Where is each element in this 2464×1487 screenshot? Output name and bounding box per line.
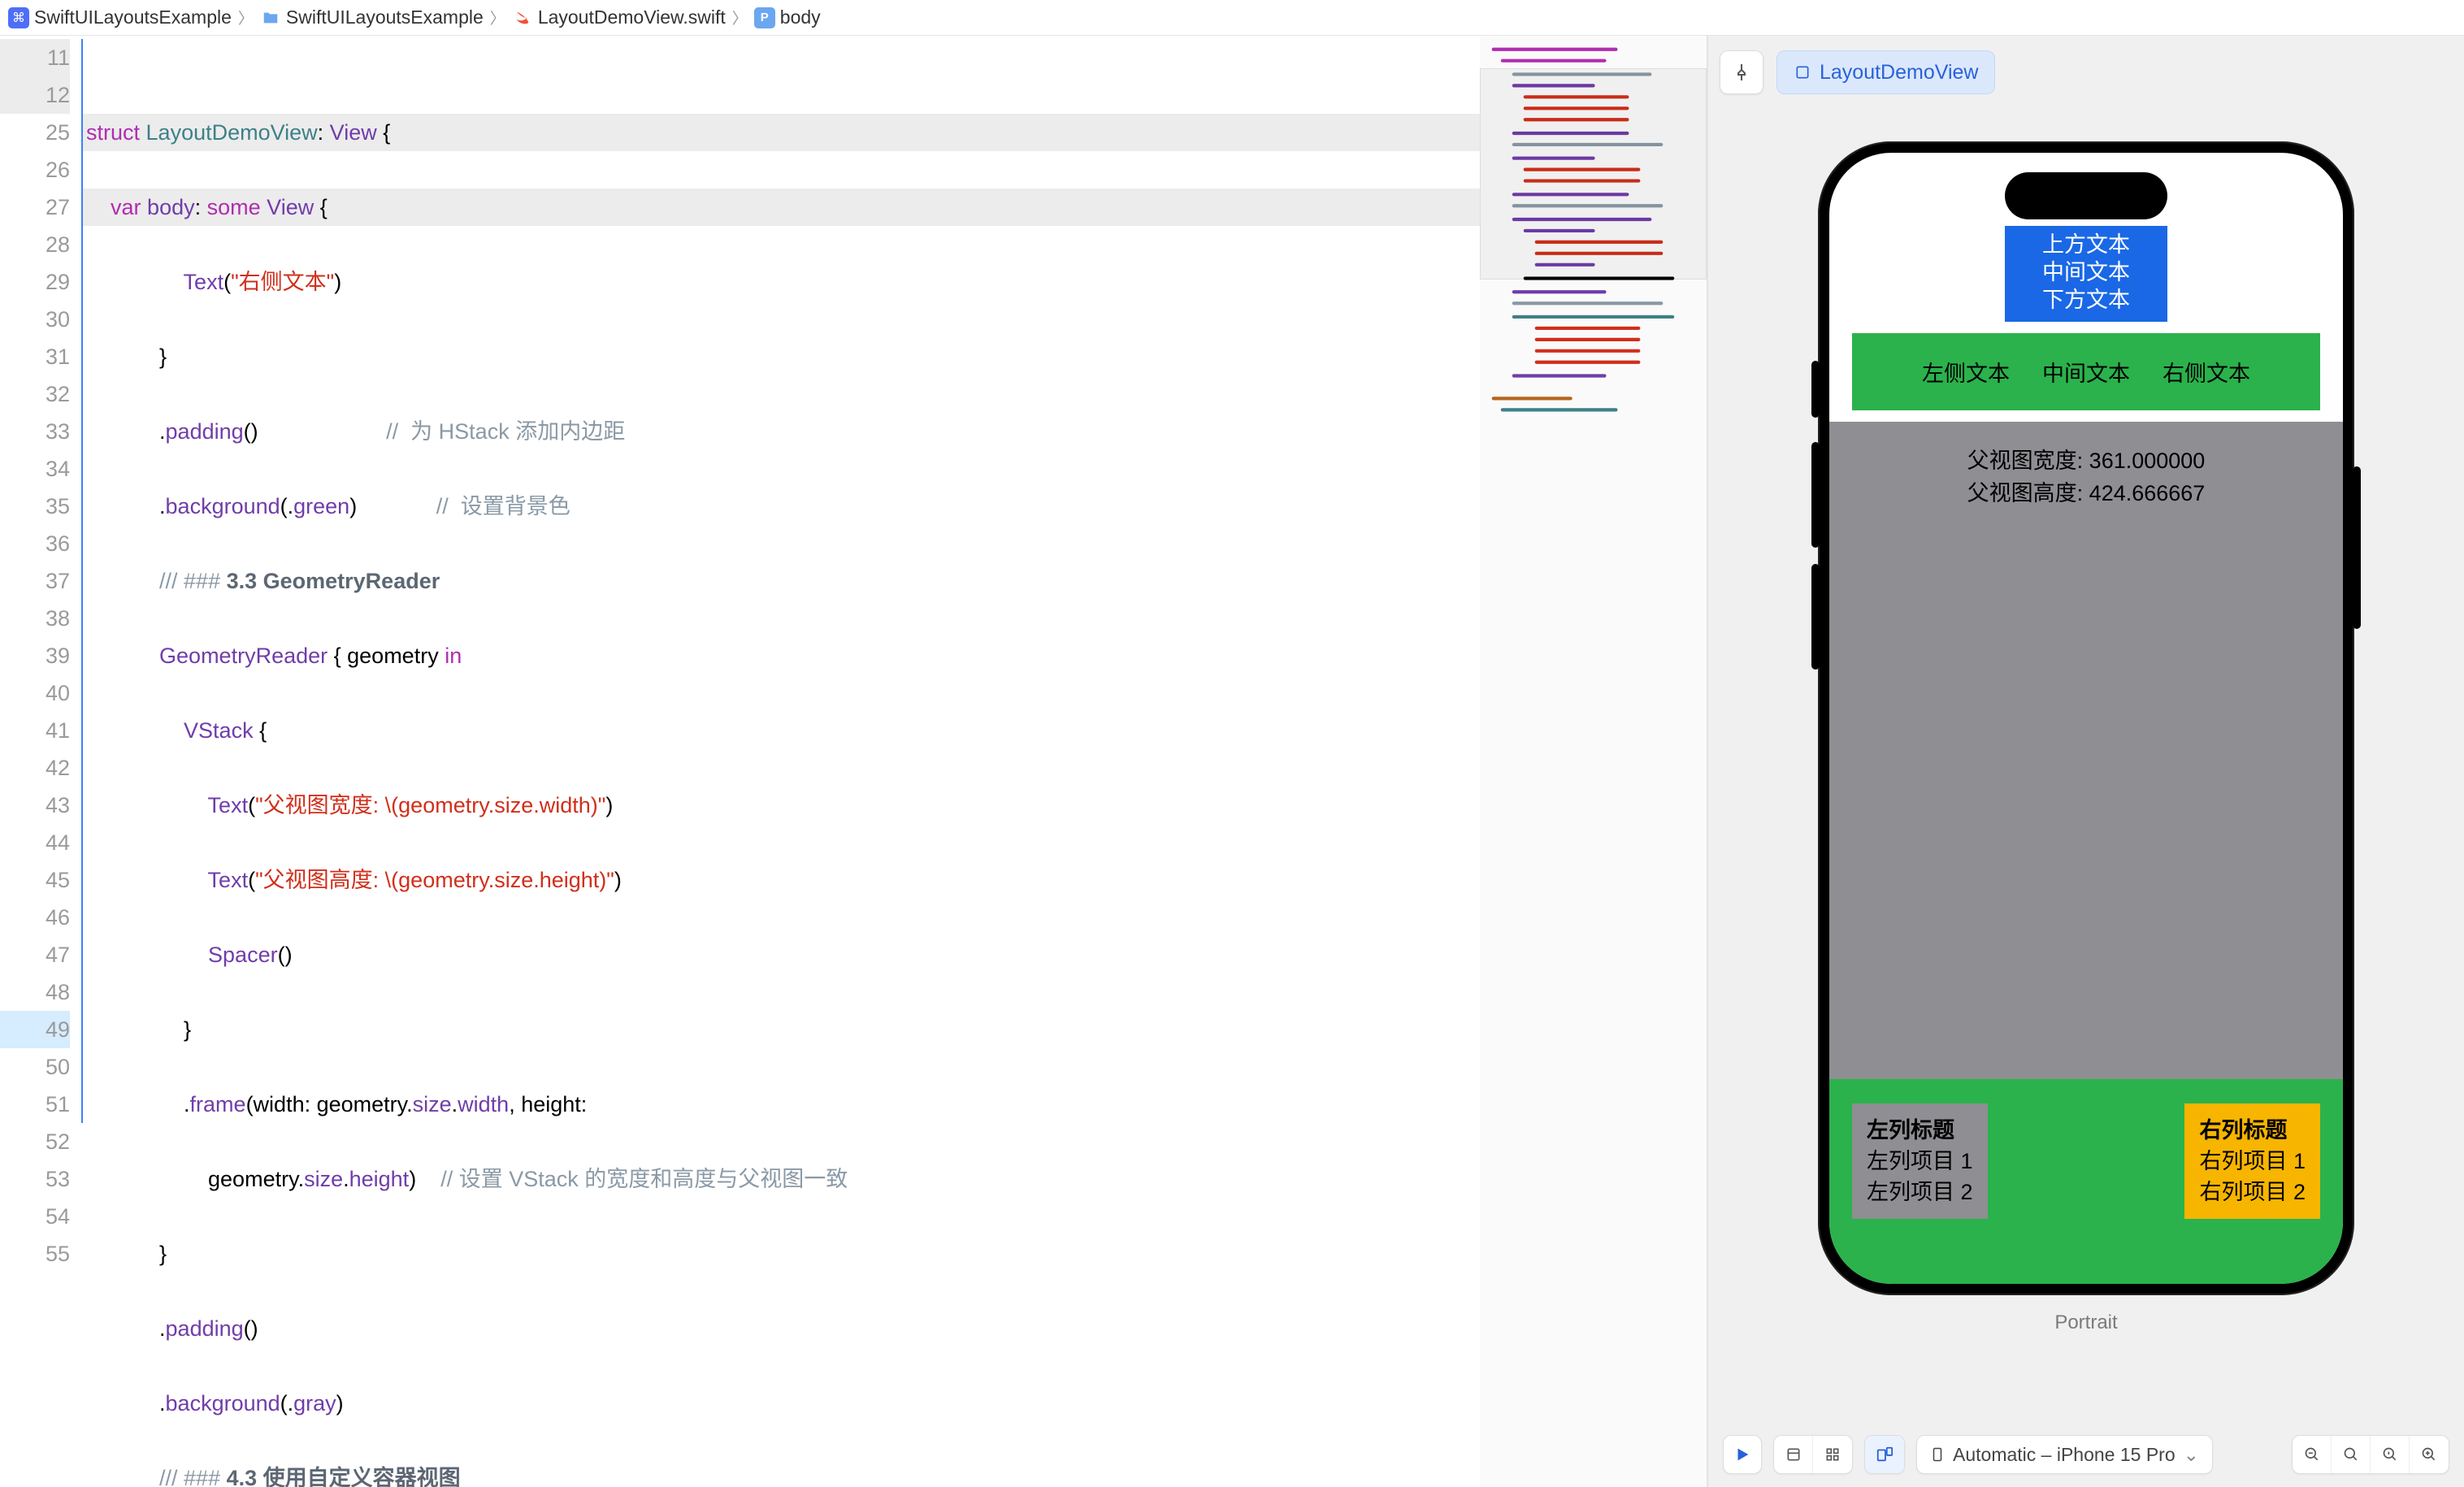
preview-chip-label: LayoutDemoView: [1820, 61, 1978, 85]
live-mode-button[interactable]: [1813, 1435, 1852, 1474]
variants-button[interactable]: [1865, 1435, 1904, 1474]
device-frame: 上方文本 中间文本 下方文本 左侧文本 中间文本 右侧文本 父视图宽度: 361…: [1818, 141, 2354, 1295]
bc-symbol[interactable]: body: [780, 7, 821, 28]
preview-hstack: 左侧文本 中间文本 右侧文本: [1852, 333, 2320, 410]
minimap[interactable]: [1480, 36, 1707, 1487]
pin-button[interactable]: [1720, 50, 1763, 94]
view-icon: [1794, 63, 1811, 81]
zoom-out-button[interactable]: [2293, 1435, 2332, 1474]
selectable-mode-button[interactable]: [1774, 1435, 1813, 1474]
zoom-fit-button[interactable]: [2332, 1435, 2371, 1474]
bc-project[interactable]: SwiftUILayoutsExample: [34, 7, 232, 28]
orientation-label: Portrait: [2054, 1311, 2117, 1334]
preview-chip[interactable]: LayoutDemoView: [1776, 50, 1995, 94]
breadcrumb: ⌘ SwiftUILayoutsExample 〉 SwiftUILayouts…: [0, 0, 2464, 36]
folder-icon: [260, 7, 281, 28]
run-preview-button[interactable]: [1723, 1435, 1762, 1474]
bc-file[interactable]: LayoutDemoView.swift: [538, 7, 726, 28]
zoom-in-button[interactable]: [2410, 1435, 2449, 1474]
chevron-icon: 〉: [731, 7, 749, 28]
chevron-icon: 〉: [488, 7, 507, 28]
canvas-toolbar: Automatic – iPhone 15 Pro ⌄: [1708, 1422, 2464, 1487]
preview-two-column: 左列标题 左列项目 1 左列项目 2 右列标题 右列项目 1 右列项目 2: [1829, 1079, 2343, 1284]
preview-canvas: LayoutDemoView 上方文本 中间文本: [1708, 36, 2464, 1487]
chevron-icon: 〉: [236, 7, 255, 28]
phone-icon: [1930, 1445, 1945, 1464]
preview-screen[interactable]: 上方文本 中间文本 下方文本 左侧文本 中间文本 右侧文本 父视图宽度: 361…: [1829, 153, 2343, 1284]
preview-geometry: 父视图宽度: 361.000000 父视图高度: 424.666667: [1829, 422, 2343, 1079]
code-editor[interactable]: 11 12 25 26 27 28 29 30 31 32 33 34 35 3…: [0, 36, 1708, 1487]
swift-icon: [512, 7, 533, 28]
line-gutter: 11 12 25 26 27 28 29 30 31 32 33 34 35 3…: [0, 36, 81, 1487]
preview-vstack: 上方文本 中间文本 下方文本: [2005, 226, 2167, 322]
project-icon: ⌘: [8, 7, 29, 28]
device-selector[interactable]: Automatic – iPhone 15 Pro ⌄: [1916, 1435, 2213, 1474]
code-area[interactable]: struct LayoutDemoView: View { var body: …: [81, 36, 1480, 1487]
property-icon: P: [754, 7, 775, 28]
chevron-down-icon: ⌄: [2184, 1444, 2199, 1466]
bc-folder[interactable]: SwiftUILayoutsExample: [286, 7, 484, 28]
zoom-actual-button[interactable]: [2371, 1435, 2410, 1474]
dynamic-island: [2005, 172, 2167, 219]
